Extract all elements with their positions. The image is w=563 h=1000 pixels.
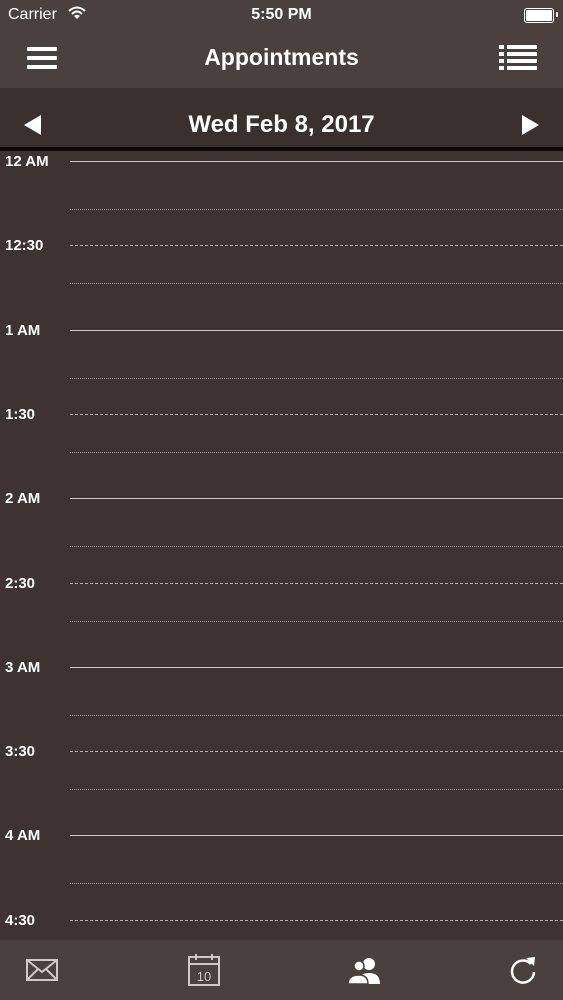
- time-label: 4:30: [5, 911, 36, 929]
- half-hour-line: [70, 919, 563, 921]
- tab-refresh[interactable]: [505, 952, 541, 988]
- half-hour-line: [70, 751, 563, 753]
- day-timeline[interactable]: 12 AM 12:30 1 AM 1:30 2 AM 2:30 3 AM 3:30 4 AM 4:…: [0, 151, 563, 940]
- time-label: 3:30: [5, 743, 36, 761]
- status-bar: Carrier 5:50 PM: [0, 0, 563, 30]
- quarter-line: [70, 283, 563, 285]
- list-view-icon: [499, 45, 537, 70]
- nav-bar: Appointments: [0, 30, 563, 88]
- current-date: Wed Feb 8, 2017: [188, 111, 375, 138]
- contacts-icon: [347, 958, 380, 985]
- time-label: 3 AM: [5, 658, 41, 676]
- time-label: 1:30: [5, 405, 36, 423]
- time-label: 12 AM: [5, 153, 49, 170]
- next-day-button[interactable]: [519, 114, 541, 136]
- page-title: Appointments: [204, 44, 359, 70]
- time-label: 1 AM: [5, 321, 41, 339]
- calendar-icon: 10: [188, 954, 220, 986]
- time-label: 2 AM: [5, 490, 41, 508]
- tab-bar: 10: [0, 940, 563, 1000]
- half-hour-line: [70, 413, 563, 415]
- mail-icon: [26, 959, 58, 981]
- list-view-button[interactable]: [499, 44, 537, 72]
- hour-line: [70, 498, 563, 500]
- quarter-line: [70, 789, 563, 791]
- date-bar: Wed Feb 8, 2017: [0, 88, 563, 148]
- hour-line: [70, 666, 563, 668]
- quarter-line: [70, 714, 563, 716]
- quarter-line: [70, 451, 563, 453]
- refresh-icon: [510, 957, 536, 984]
- time-label: 12:30: [5, 237, 44, 255]
- arrow-right-icon: [522, 115, 539, 135]
- hour-line: [70, 835, 563, 837]
- tab-calendar[interactable]: 10: [186, 952, 222, 988]
- tab-contacts[interactable]: [346, 952, 382, 988]
- quarter-line: [70, 546, 563, 548]
- time-label: 4 AM: [5, 827, 41, 845]
- quarter-line: [70, 620, 563, 622]
- quarter-line: [70, 209, 563, 210]
- quarter-line: [70, 377, 563, 379]
- quarter-line: [70, 883, 563, 885]
- half-hour-line: [70, 245, 563, 247]
- calendar-badge: 10: [197, 969, 211, 984]
- hour-line: [70, 329, 563, 331]
- battery-icon: [524, 8, 554, 23]
- battery-level: [526, 10, 552, 21]
- battery-tip: [556, 12, 558, 17]
- status-time: 5:50 PM: [251, 6, 312, 23]
- time-label: 2:30: [5, 574, 36, 592]
- half-hour-line: [70, 582, 563, 584]
- hour-line: [70, 161, 563, 162]
- tab-mail[interactable]: [24, 952, 60, 988]
